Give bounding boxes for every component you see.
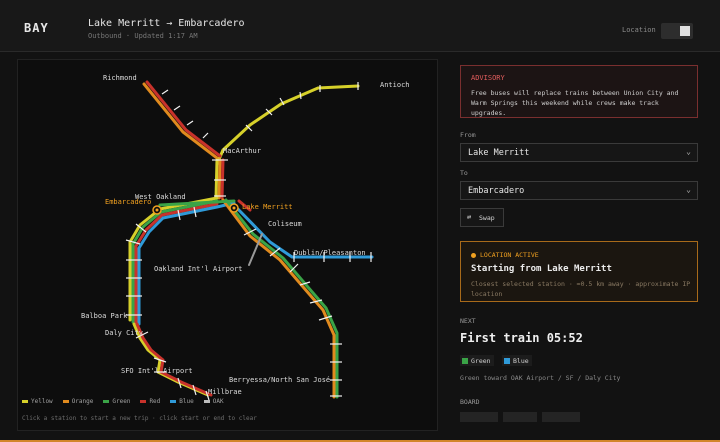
location-heading: Starting from Lake Merritt (471, 264, 612, 274)
swap-label: Swap (479, 214, 495, 222)
board-tab[interactable] (460, 412, 498, 422)
map-canvas: Richmond Antioch MacArthur West Oakland … (81, 74, 410, 401)
legend-label: Red (149, 398, 161, 405)
board-tab[interactable] (503, 412, 537, 422)
station-macarthur[interactable]: MacArthur (223, 147, 261, 155)
line-peninsula-red (135, 322, 213, 397)
station-richmond[interactable]: Richmond (103, 74, 137, 82)
station-sfo[interactable]: SFO Int'l Airport (121, 367, 193, 375)
next-label: NEXT (460, 317, 476, 325)
orange-swatch (62, 400, 69, 403)
location-dot-icon (471, 253, 476, 258)
station-lake-merritt[interactable]: Lake Merritt (242, 203, 293, 211)
chevron-down-icon: ⌄ (686, 185, 691, 194)
line-peninsula (132, 322, 210, 397)
station-oakland-airport[interactable]: Oakland Int'l Airport (154, 265, 243, 273)
legend-orange: Orange (62, 398, 94, 405)
map-hint: Click a station to start a new trip · cl… (22, 415, 257, 422)
to-label: To (460, 169, 468, 177)
line-chip-label: Green (471, 356, 491, 365)
route-title: Lake Merritt → Embarcadero (88, 18, 245, 29)
marker-dot (155, 208, 159, 212)
line-chip-blue[interactable]: Blue (502, 355, 532, 366)
line-chip-green[interactable]: Green (460, 355, 494, 366)
brand-logo[interactable]: BAY (24, 21, 49, 35)
next-time: First train 05:52 (460, 331, 583, 345)
oak-swatch (203, 400, 210, 403)
trunk-macarthur-yellow (214, 158, 219, 200)
green-square-icon (462, 357, 468, 364)
from-label: From (460, 131, 476, 139)
legend-red: Red (140, 398, 160, 405)
legend-yellow: Yellow (22, 398, 53, 405)
to-value: Embarcadero (468, 186, 525, 196)
location-note: Closest selected station · ≈0.5 km away … (471, 280, 691, 298)
swap-icon: ⇄ (467, 213, 472, 221)
blue-square-icon (504, 357, 510, 364)
toggle-knob (680, 26, 690, 36)
trunk-macarthur-orange (217, 158, 222, 200)
station-balboa-park[interactable]: Balboa Park (81, 312, 128, 320)
blue-swatch (170, 400, 177, 403)
green-swatch (103, 400, 110, 403)
from-value: Lake Merritt (468, 148, 530, 158)
chevron-down-icon: ⌄ (686, 147, 691, 156)
swap-button[interactable]: ⇄ Swap (460, 208, 504, 227)
station-antioch[interactable]: Antioch (380, 81, 410, 89)
advisory-banner: ADVISORY Free buses will replace trains … (460, 65, 698, 118)
transit-map[interactable]: Richmond Antioch MacArthur West Oakland … (17, 59, 438, 431)
line-richmond-red (145, 80, 222, 158)
next-destination: Green toward OAK Airport / SF / Daly Cit… (460, 374, 621, 382)
line-east-green (224, 198, 339, 399)
station-daly-city[interactable]: Daly City (105, 329, 143, 337)
trunk-macarthur-red (220, 158, 225, 200)
legend-blue: Blue (170, 398, 194, 405)
trip-panel: ADVISORY Free buses will replace trains … (448, 59, 710, 442)
board-tab[interactable] (542, 412, 580, 422)
location-card: LOCATION ACTIVE Starting from Lake Merri… (460, 241, 698, 302)
location-toggle-label: Location (622, 26, 656, 34)
station-millbrae[interactable]: Millbrae (208, 388, 242, 396)
location-title: LOCATION ACTIVE (480, 251, 539, 259)
legend-label: OAK (212, 398, 224, 405)
legend-label: Orange (71, 398, 94, 405)
legend-label: Yellow (31, 398, 53, 405)
station-embarcadero[interactable]: Embarcadero (105, 198, 151, 206)
advisory-text: Free buses will replace trains between U… (471, 89, 679, 117)
board-label: BOARD (460, 398, 480, 406)
legend-oak: OAK (203, 398, 224, 405)
station-dublin-pleasanton[interactable]: Dublin/Pleasanton (294, 249, 366, 257)
red-swatch (140, 400, 147, 403)
station-coliseum[interactable]: Coliseum (268, 220, 302, 228)
to-select[interactable]: Embarcadero ⌄ (460, 181, 698, 200)
location-toggle[interactable] (661, 23, 693, 39)
marker-dot (232, 206, 236, 210)
line-chip-label: Blue (513, 356, 529, 365)
legend-label: Green (112, 398, 131, 405)
app-header: BAY Lake Merritt → Embarcadero Outbound … (0, 0, 720, 52)
from-select[interactable]: Lake Merritt ⌄ (460, 143, 698, 162)
yellow-swatch (22, 400, 28, 403)
map-legend: Yellow Orange Green Red Blue OAK (22, 398, 224, 405)
station-berryessa[interactable]: Berryessa/North San José (229, 376, 330, 384)
route-subtitle: Outbound · Updated 1:17 AM (88, 32, 198, 40)
legend-green: Green (103, 398, 130, 405)
advisory-title: ADVISORY (471, 74, 505, 82)
legend-label: Blue (179, 398, 194, 405)
